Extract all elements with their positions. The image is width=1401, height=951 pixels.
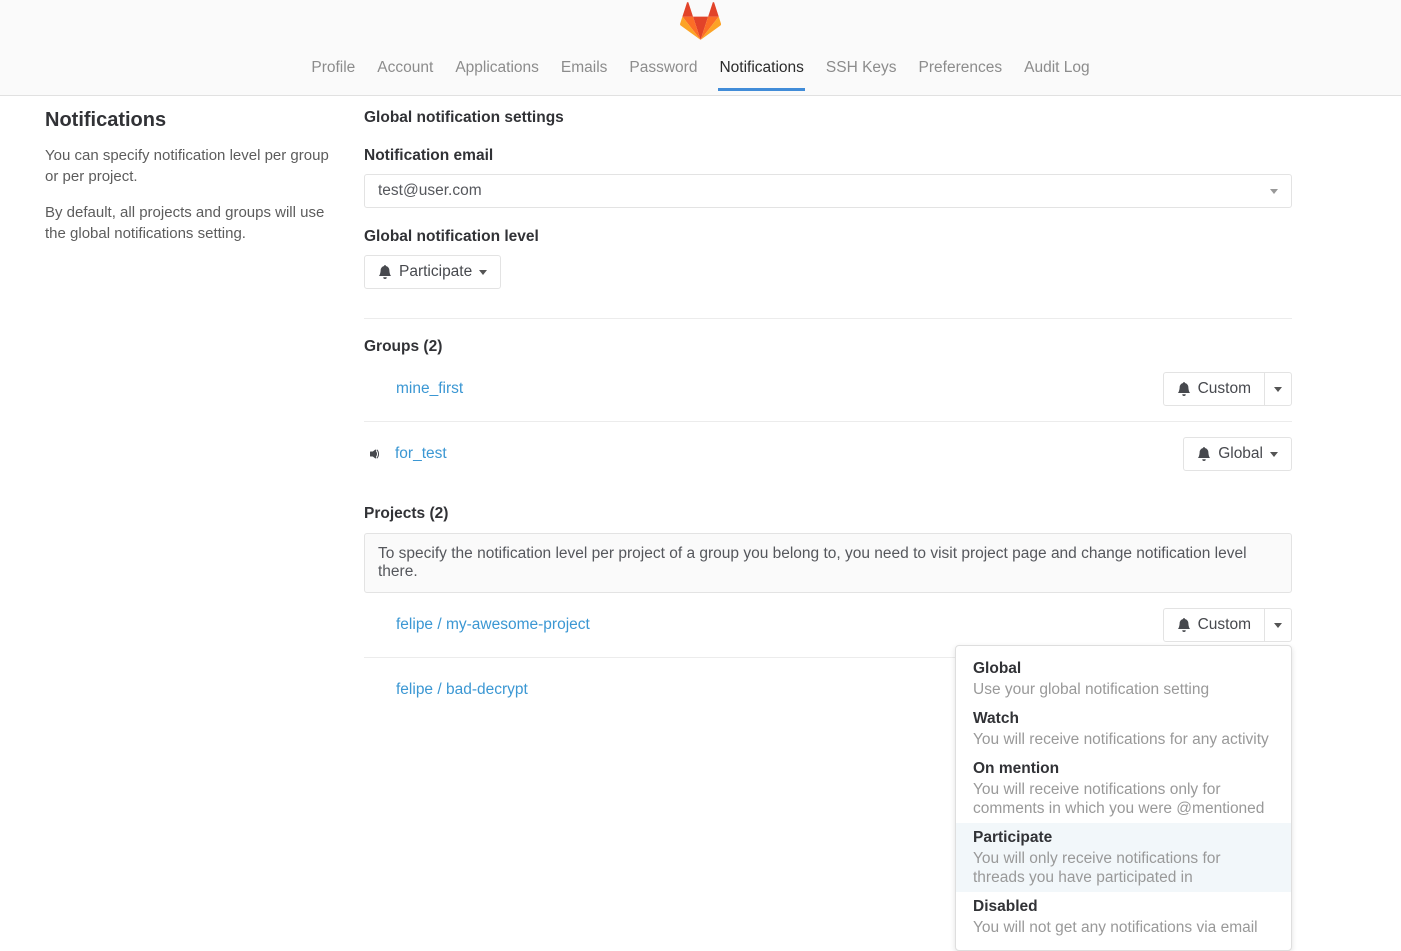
project-row-my-awesome-project: felipe / my-awesome-project Custom Globa… xyxy=(364,593,1292,657)
group-link-for-test[interactable]: for_test xyxy=(395,445,447,463)
section-divider xyxy=(364,318,1292,319)
group-row-mine-first: mine_first Custom xyxy=(364,357,1292,421)
projects-heading: Projects (2) xyxy=(364,505,1292,523)
notification-level-dropdown: Global Use your global notification sett… xyxy=(955,645,1292,951)
project-level-value: Custom xyxy=(1198,616,1251,634)
notification-email-value: test@user.com xyxy=(378,182,482,200)
dropdown-item-title: On mention xyxy=(973,759,1274,778)
notification-email-label: Notification email xyxy=(364,147,1292,165)
global-settings-heading: Global notification settings xyxy=(364,109,1292,127)
dropdown-item-desc: You will receive notifications for any a… xyxy=(973,730,1274,749)
project-link-my-awesome-project[interactable]: felipe / my-awesome-project xyxy=(396,616,590,634)
group-level-button-group: Custom xyxy=(1163,372,1292,406)
group-level-button-global[interactable]: Global xyxy=(1183,437,1292,471)
groups-list: mine_first Custom for_t xyxy=(364,357,1292,486)
tab-notifications[interactable]: Notifications xyxy=(718,42,804,91)
dropdown-item-global[interactable]: Global Use your global notification sett… xyxy=(956,654,1291,704)
project-level-button-group: Custom Global Use your global notificati… xyxy=(1163,608,1292,642)
caret-down-icon xyxy=(1270,452,1278,457)
tab-password[interactable]: Password xyxy=(628,42,698,91)
group-level-caret-button[interactable] xyxy=(1264,372,1292,406)
notification-email-select[interactable]: test@user.com xyxy=(364,174,1292,208)
dropdown-item-title: Global xyxy=(973,659,1274,678)
global-level-value: Participate xyxy=(399,263,472,281)
caret-down-icon xyxy=(1274,387,1282,392)
profile-nav-tabs: Profile Account Applications Emails Pass… xyxy=(0,42,1401,91)
groups-heading: Groups (2) xyxy=(364,338,1292,356)
tab-applications[interactable]: Applications xyxy=(454,42,540,91)
bell-icon xyxy=(378,265,392,279)
logo-container xyxy=(0,0,1401,40)
dropdown-item-title: Participate xyxy=(973,828,1274,847)
group-level-button[interactable]: Custom xyxy=(1163,372,1265,406)
tab-preferences[interactable]: Preferences xyxy=(918,42,1004,91)
project-link-bad-decrypt[interactable]: felipe / bad-decrypt xyxy=(396,681,528,699)
volume-up-icon xyxy=(367,446,383,462)
caret-down-icon xyxy=(479,270,487,275)
group-level-value: Custom xyxy=(1198,380,1251,398)
dropdown-item-on-mention[interactable]: On mention You will receive notification… xyxy=(956,754,1291,823)
global-notification-level-button[interactable]: Participate xyxy=(364,255,501,289)
project-level-caret-button[interactable] xyxy=(1264,608,1292,642)
sidebar: Notifications You can specify notificati… xyxy=(45,96,364,721)
bell-icon xyxy=(1197,447,1211,461)
tab-audit-log[interactable]: Audit Log xyxy=(1023,42,1091,91)
dropdown-item-desc: You will receive notifications only for … xyxy=(973,780,1274,818)
dropdown-item-watch[interactable]: Watch You will receive notifications for… xyxy=(956,704,1291,754)
group-link-mine-first[interactable]: mine_first xyxy=(396,380,463,398)
tab-profile[interactable]: Profile xyxy=(310,42,356,91)
sidebar-description-1: You can specify notification level per g… xyxy=(45,145,344,187)
page-title: Notifications xyxy=(45,109,344,132)
caret-down-icon xyxy=(1274,623,1282,628)
profile-settings-header: Profile Account Applications Emails Pass… xyxy=(0,0,1401,96)
dropdown-item-title: Watch xyxy=(973,709,1274,728)
tab-emails[interactable]: Emails xyxy=(560,42,609,91)
bell-icon xyxy=(1177,618,1191,632)
bell-icon xyxy=(1177,382,1191,396)
main-content: Global notification settings Notificatio… xyxy=(364,96,1292,721)
dropdown-item-desc: Use your global notification setting xyxy=(973,680,1274,699)
group-level-value: Global xyxy=(1218,445,1263,463)
tab-account[interactable]: Account xyxy=(376,42,434,91)
sidebar-description-2: By default, all projects and groups will… xyxy=(45,202,344,244)
dropdown-item-title: Disabled xyxy=(973,897,1274,916)
gitlab-tanuki-icon[interactable] xyxy=(680,2,721,40)
projects-list: felipe / my-awesome-project Custom Globa… xyxy=(364,593,1292,721)
projects-note: To specify the notification level per pr… xyxy=(364,533,1292,593)
content-container: Notifications You can specify notificati… xyxy=(0,96,1401,721)
dropdown-item-disabled[interactable]: Disabled You will not get any notificati… xyxy=(956,892,1291,942)
dropdown-item-desc: You will only receive notifications for … xyxy=(973,849,1274,887)
project-level-button[interactable]: Custom xyxy=(1163,608,1265,642)
dropdown-item-participate[interactable]: Participate You will only receive notifi… xyxy=(956,823,1291,892)
global-notification-level-label: Global notification level xyxy=(364,228,1292,246)
tab-ssh-keys[interactable]: SSH Keys xyxy=(825,42,898,91)
group-row-for-test: for_test Global xyxy=(364,421,1292,486)
caret-down-icon xyxy=(1270,189,1278,194)
